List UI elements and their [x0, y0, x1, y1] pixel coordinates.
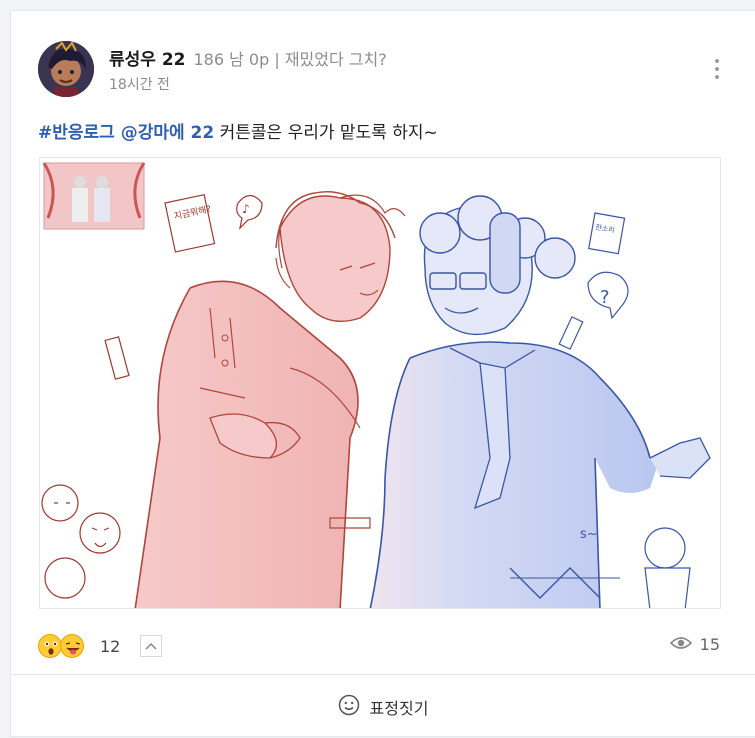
thumbnail-inset: [42, 162, 146, 230]
reactions-bar: 12: [38, 631, 163, 661]
svg-text:?: ?: [600, 287, 610, 308]
post-time: 18시간 전: [109, 77, 170, 93]
surprised-emoji-icon[interactable]: [38, 634, 62, 658]
post-header: 류성우 22 186 남 0p | 재밌었다 그치? 18시간 전: [38, 41, 735, 101]
svg-text:s~: s~: [580, 527, 598, 542]
post-image[interactable]: 지금뭐해? 잔소리 ♪ ? s~: [39, 157, 721, 609]
more-options-icon[interactable]: [709, 57, 725, 81]
react-button-label: 표정짓기: [369, 698, 429, 718]
post-text: #반응로그 @강마에 22 커튼콜은 우리가 맡도록 하지~: [38, 118, 438, 143]
post-body: 커튼콜은 우리가 맡도록 하지~: [214, 123, 438, 143]
views-count: 15: [699, 635, 720, 654]
reaction-count: 12: [100, 636, 121, 656]
post-card: 류성우 22 186 남 0p | 재밌었다 그치? 18시간 전 #반응로그 @…: [10, 10, 755, 737]
views-counter: 15: [669, 635, 720, 654]
author-line: 류성우 22 186 남 0p | 재밌었다 그치?: [109, 45, 387, 70]
post-tags[interactable]: #반응로그 @강마에 22: [38, 123, 214, 143]
author-name[interactable]: 류성우 22: [109, 50, 186, 70]
react-button[interactable]: 표정짓기: [11, 674, 755, 738]
avatar[interactable]: [38, 41, 94, 97]
eye-icon: [669, 635, 692, 654]
author-meta: 186 남 0p | 재밌었다 그치?: [193, 50, 387, 69]
smiley-icon: [338, 694, 360, 720]
chevron-up-icon[interactable]: [140, 635, 163, 657]
svg-text:♪: ♪: [242, 202, 250, 216]
tongue-wink-emoji-icon[interactable]: [60, 634, 84, 658]
